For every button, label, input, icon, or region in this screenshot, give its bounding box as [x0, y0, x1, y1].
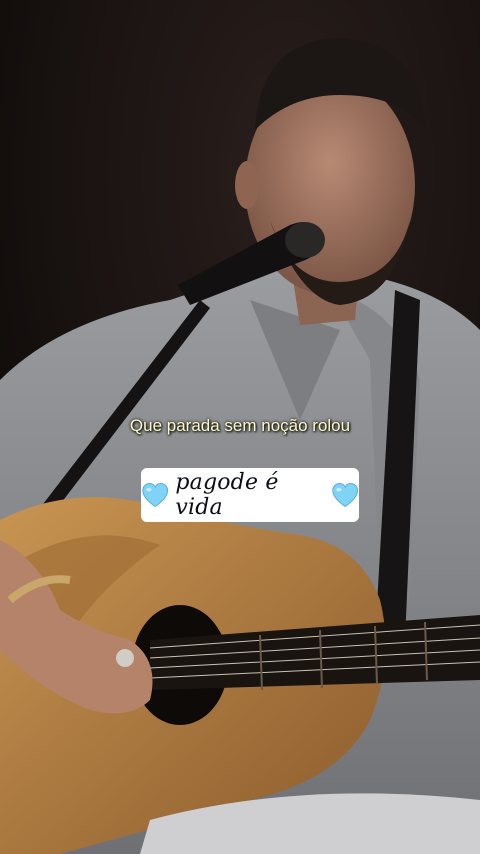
light-blue-heart-icon: [331, 483, 358, 508]
sticker-text: pagode é vida: [175, 470, 279, 520]
light-blue-heart-icon: [142, 483, 169, 508]
song-lyric-caption: Que parada sem noção rolou: [129, 416, 351, 435]
pagode-sticker: pagode é vida: [141, 468, 359, 522]
